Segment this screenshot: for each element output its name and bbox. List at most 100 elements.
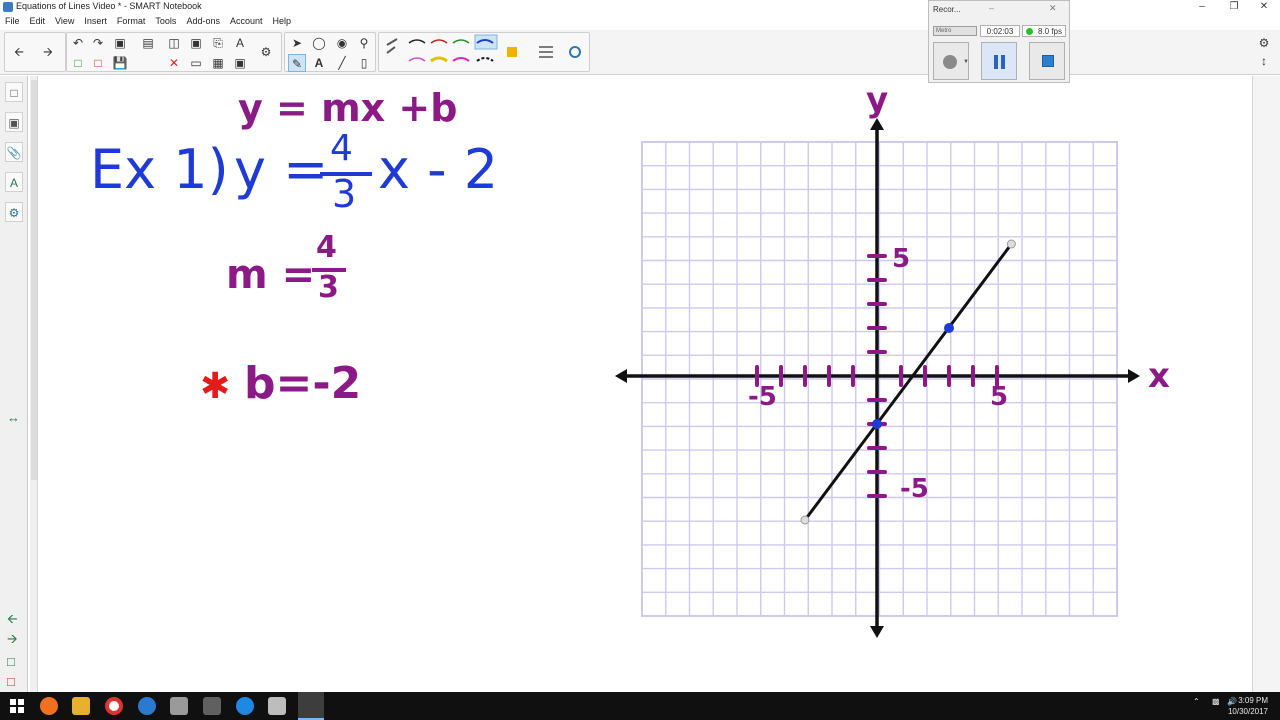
record-icon [943,55,957,69]
delete-page-icon[interactable]: □ [89,54,107,72]
fullscreen-icon[interactable]: ▭ [187,54,205,72]
next-page-icon[interactable]: 🡪 [7,630,18,652]
menu-format[interactable]: Format [112,15,151,29]
undo-icon[interactable]: ↶ [69,34,87,52]
menu-add-ons[interactable]: Add-ons [181,15,225,29]
x-tick-label-pos: 5 [990,382,1009,412]
menu-file[interactable]: File [0,15,25,29]
recorder-minimize-icon[interactable]: – [989,3,994,13]
page-sorter-icon[interactable]: □ [5,82,23,102]
chrome-icon[interactable] [105,697,123,715]
coordinate-graph [615,118,1140,638]
magic-pen-icon[interactable]: ⚲ [355,34,373,52]
window-title: Equations of Lines Video * - SMART Noteb… [16,1,202,11]
menu-help[interactable]: Help [268,15,297,29]
vertical-scrollbar[interactable] [30,76,38,692]
line-tool-icon[interactable]: ╱ [333,54,351,72]
smart-notebook-window: Equations of Lines Video * - SMART Noteb… [0,0,1280,720]
edge-icon[interactable] [236,697,254,715]
recorder-close-icon[interactable]: ✕ [1049,3,1057,14]
start-button[interactable] [8,697,26,715]
app-icon [3,2,13,12]
add-page-icon-2[interactable]: □ [69,54,87,72]
select-arrow-icon[interactable]: ➤ [288,34,306,52]
app-icon-blue[interactable] [138,697,156,715]
title-bar: Equations of Lines Video * - SMART Noteb… [0,0,1280,14]
windows-taskbar: ⌃ ▩ 🔊 3:09 PM 10/30/2017 [0,692,1280,720]
x-axis-label: x [1148,356,1170,396]
delete-icon[interactable]: ✕ [165,54,183,72]
table-icon[interactable]: ▦ [209,54,227,72]
recorder-fps: 8.0 fps [1022,25,1066,37]
pause-icon-bar [1001,55,1005,69]
toolbar: 🡨 🡪 ↶ ↷ ▣ ▤ ◫ ▣ ⎘ A ⚙ □ □ 💾 ✕ ▭ ▦ ▣ ➤ ◯ … [0,30,1280,75]
pause-button[interactable] [981,42,1017,80]
text-tool-icon[interactable]: A [310,54,328,72]
pen-styles-group [378,32,590,72]
menu-tools[interactable]: Tools [150,15,181,29]
capture-icon[interactable]: ▣ [187,34,205,52]
move-toolbar-icon[interactable]: ↕ [1255,52,1273,70]
settings-gear-icon[interactable]: ⚙ [1255,34,1273,52]
delete-page-side-icon[interactable]: □ [7,674,15,689]
menu-view[interactable]: View [50,15,79,29]
stop-button[interactable] [1029,42,1065,80]
line-endpoint-handle [1006,239,1016,249]
eraser-icon[interactable]: ▯ [355,54,373,72]
taskbar-clock[interactable]: 3:09 PM 10/30/2017 [1228,695,1268,717]
minimize-button[interactable]: – [1186,0,1218,14]
stop-icon [1042,55,1054,67]
file-explorer-icon[interactable] [72,697,90,715]
slope-point [944,323,954,333]
side-panel: □ ▣ 📎 A ⚙ ↔ 🡨 🡪 □ □ [0,76,28,692]
notebook-page-canvas[interactable]: y = mx +b Ex 1) y = 4 3 x - 2 m = 4 3 ✱ … [40,76,1252,692]
firefox-icon[interactable] [40,697,58,715]
network-icon[interactable]: ▩ [1212,697,1220,706]
right-panel [1252,76,1280,692]
back-arrow-icon[interactable]: 🡨 [10,43,28,61]
chevron-down-icon: ▼ [963,59,969,65]
text-size-icon[interactable]: A [231,34,249,52]
add-page-side-icon[interactable]: □ [7,654,15,669]
restore-button[interactable]: ❐ [1218,0,1250,14]
notebook-app-icon[interactable] [268,697,286,715]
y-axis-label: y [866,80,889,120]
recorder-title: Recor... [933,5,961,14]
menu-account[interactable]: Account [225,15,268,29]
recording-status-dot [1026,28,1033,35]
menu-insert[interactable]: Insert [79,15,112,29]
shapes-icon[interactable]: ◯ [310,34,328,52]
resize-panel-icon[interactable]: ↔ [7,410,20,425]
calculator-icon[interactable] [170,697,188,715]
save-icon[interactable]: 💾 [111,54,129,72]
gallery-icon[interactable]: ▣ [5,112,23,132]
menu-edit[interactable]: Edit [25,15,51,29]
open-file-icon[interactable]: ◫ [165,34,183,52]
y-axis-arrow-bottom [870,626,884,638]
paste-icon[interactable]: ⎘ [209,34,227,52]
x-axis-arrow-right [1128,369,1140,383]
smart-notebook-taskbar-button[interactable] [298,692,324,720]
pens-icon[interactable]: ✎ [288,54,306,72]
properties-tab-icon[interactable]: A [5,172,23,192]
settings-app-icon[interactable] [203,697,221,715]
add-page-icon[interactable]: ▣ [111,34,129,52]
close-button[interactable]: ✕ [1248,0,1280,14]
tray-chevron-icon[interactable]: ⌃ [1193,697,1200,706]
record-button[interactable]: ▼ [933,42,969,80]
screen-shade-icon[interactable]: ▤ [139,34,157,52]
recorder-profile-select[interactable]: Metro [933,26,977,36]
pen-style-swatches[interactable] [379,33,591,73]
attachments-icon[interactable]: 📎 [5,142,23,162]
redo-icon[interactable]: ↷ [89,34,107,52]
screen-recorder-window: Recor... – ✕ Metro 0:02:03 8.0 fps ▼ [928,0,1070,83]
properties-icon[interactable]: ⚙ [257,43,275,61]
add-ons-tab-icon[interactable]: ⚙ [5,202,23,222]
y-tick-label-neg: -5 [900,474,929,504]
forward-arrow-icon[interactable]: 🡪 [39,43,57,61]
scrollbar-thumb[interactable] [31,80,37,480]
fill-icon[interactable]: ◉ [333,34,351,52]
previous-page-icon[interactable]: 🡨 [7,610,18,632]
tools-group: ➤ ◯ ◉ ⚲ ✎ A ╱ ▯ [284,32,376,72]
document-camera-icon[interactable]: ▣ [231,54,249,72]
